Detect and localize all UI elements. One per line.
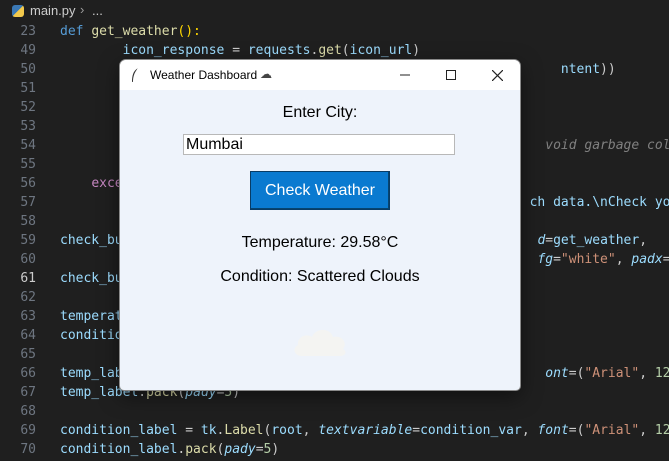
code-line[interactable]: 23 def get_weather():	[0, 22, 669, 41]
line-number: 60	[20, 252, 36, 267]
check-weather-button[interactable]: Check Weather	[250, 171, 390, 210]
maximize-button[interactable]	[428, 60, 474, 90]
minimize-icon	[400, 74, 410, 76]
window-titlebar[interactable]: Weather Dashboard ☁	[120, 60, 520, 90]
close-button[interactable]	[474, 60, 520, 90]
line-number: 65	[20, 347, 36, 362]
line-number: 58	[20, 214, 36, 229]
minimize-button[interactable]	[382, 60, 428, 90]
line-number: 57	[20, 195, 36, 210]
code-text: def get_weather():	[60, 24, 201, 39]
line-number: 61	[20, 271, 36, 286]
temperature-label: Temperature: 29.58°C	[241, 234, 399, 251]
line-number: 52	[20, 100, 36, 115]
line-number: 67	[20, 385, 36, 400]
weather-window: Weather Dashboard ☁ Enter City: Check We…	[120, 60, 520, 390]
line-number: 50	[20, 62, 36, 77]
cloud-rain-emoji-icon: ☁	[260, 67, 272, 81]
line-number: 23	[20, 24, 36, 39]
line-number: 53	[20, 119, 36, 134]
code-text: condition_label.pack(pady=5)	[60, 442, 280, 457]
breadcrumb: main.py › ...	[0, 0, 669, 22]
line-number: 66	[20, 366, 36, 381]
line-number: 49	[20, 43, 36, 58]
code-text: condition_label = tk.Label(root, textvar…	[60, 423, 669, 438]
city-prompt-label: Enter City:	[282, 104, 358, 121]
line-number: 51	[20, 81, 36, 96]
close-icon	[491, 69, 503, 81]
line-number: 59	[20, 233, 36, 248]
condition-label: Condition: Scattered Clouds	[220, 268, 420, 285]
code-line[interactable]: 49 icon_response = requests.get(icon_url…	[0, 41, 669, 60]
window-title: Weather Dashboard	[150, 68, 258, 82]
code-text: temperat	[60, 309, 123, 324]
city-input[interactable]	[183, 134, 455, 155]
python-file-icon	[12, 5, 24, 17]
code-text: check_bu	[60, 271, 123, 286]
breadcrumb-file[interactable]: main.py	[30, 3, 76, 18]
cloud-icon	[294, 329, 346, 356]
code-text: exce	[91, 176, 123, 191]
code-line[interactable]: 68	[0, 402, 669, 421]
line-number: 68	[20, 404, 36, 419]
code-text: icon_response = requests.get(icon_url)	[122, 43, 421, 58]
line-number: 56	[20, 176, 36, 191]
maximize-icon	[446, 70, 456, 80]
window-content: Enter City: Check Weather Temperature: 2…	[120, 90, 520, 390]
line-number: 69	[20, 423, 36, 438]
line-number: 63	[20, 309, 36, 324]
code-line[interactable]: 70 condition_label.pack(pady=5)	[0, 440, 669, 459]
code-text: conditio	[60, 328, 123, 343]
line-number: 54	[20, 138, 36, 153]
breadcrumb-more[interactable]: ...	[92, 3, 103, 18]
line-number: 64	[20, 328, 36, 343]
line-number: 70	[20, 442, 36, 457]
code-line[interactable]: 69 condition_label = tk.Label(root, textv…	[0, 421, 669, 440]
feather-icon	[132, 67, 139, 83]
line-number: 55	[20, 157, 36, 172]
chevron-right-icon: ›	[80, 2, 85, 17]
line-number: 62	[20, 290, 36, 305]
